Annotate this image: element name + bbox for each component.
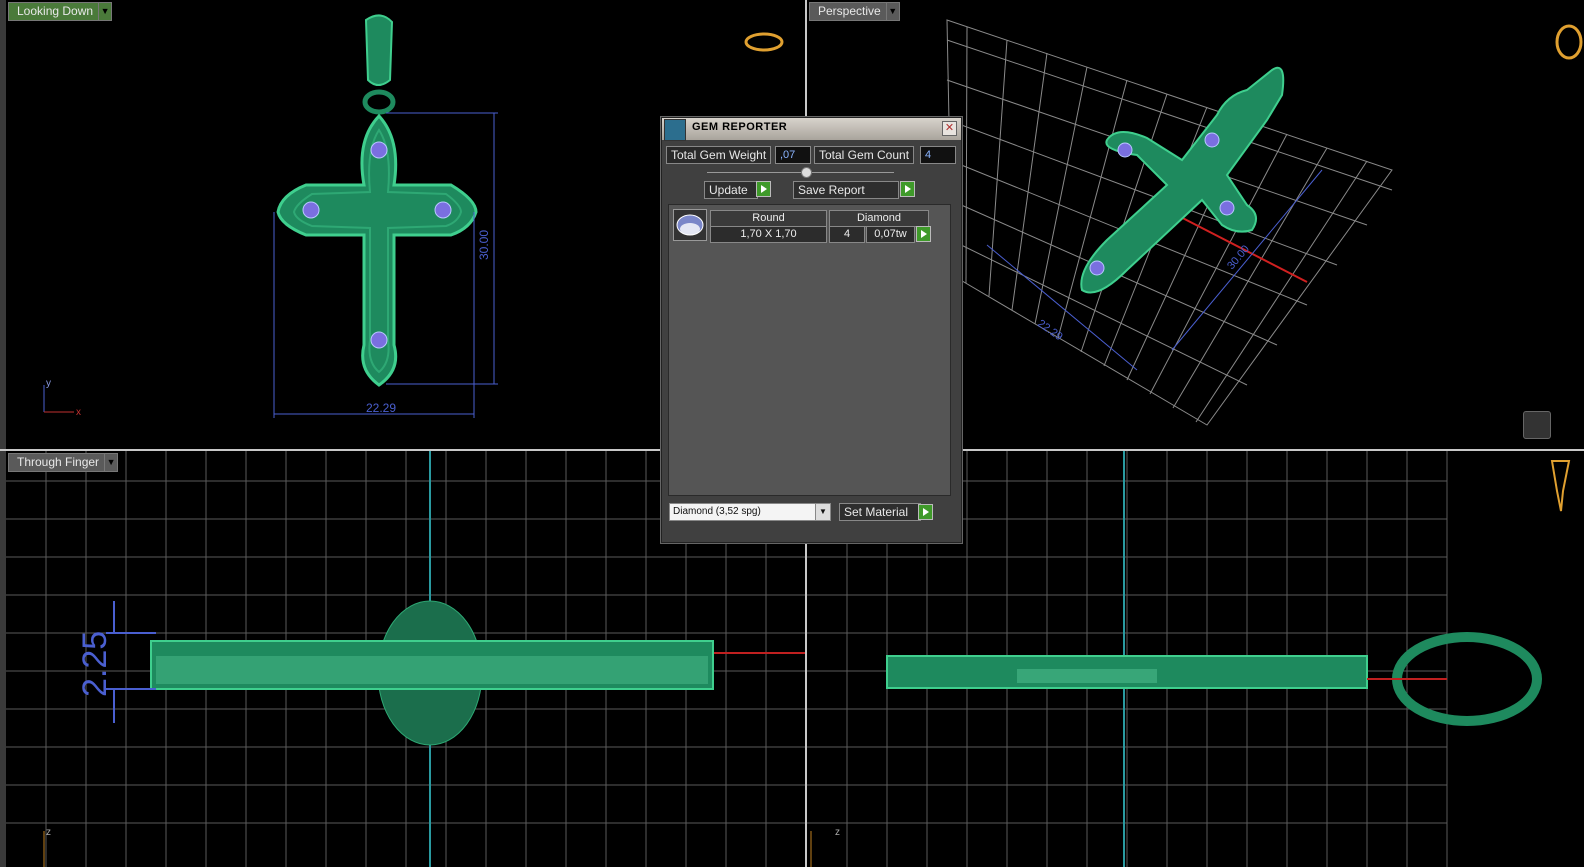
microphone-button[interactable]	[1523, 411, 1551, 439]
gem-material-header: Diamond	[829, 210, 929, 227]
dim-height-3d: 30.00	[1225, 243, 1252, 272]
dim-height-label: 30.00	[477, 230, 491, 260]
update-go-icon[interactable]	[756, 181, 771, 197]
gem-count-cell: 4	[829, 226, 865, 243]
close-icon[interactable]: ✕	[942, 121, 957, 136]
cross-3d-body	[1080, 66, 1285, 294]
gem-list[interactable]: Round Diamond 1,70 X 1,70 4 0,07tw	[668, 204, 951, 496]
update-button[interactable]: Update	[704, 181, 758, 199]
dim-width-3d: 22.29	[1035, 318, 1064, 344]
axis-z-label-right: z	[835, 827, 840, 838]
save-report-go-icon[interactable]	[900, 181, 915, 197]
total-gem-count-label: Total Gem Count	[814, 146, 915, 164]
total-gem-weight-label: Total Gem Weight	[666, 146, 772, 164]
save-report-button[interactable]: Save Report	[793, 181, 899, 199]
splitter-handle[interactable]	[801, 167, 812, 178]
axis-x-label: x	[76, 407, 81, 418]
dim-width-label: 22.29	[366, 401, 396, 415]
material-select[interactable]: Diamond (3,52 spg) ▼	[669, 503, 831, 521]
gem-row-go-icon[interactable]	[916, 226, 931, 242]
jump-ring	[362, 89, 396, 115]
pendant-icon	[1550, 460, 1571, 512]
set-material-button[interactable]: Set Material	[839, 503, 921, 521]
dim-thickness-label: 2.25	[76, 631, 114, 697]
ring-icon	[1555, 24, 1583, 60]
gem-shape-header: Round	[710, 210, 827, 227]
chevron-down-icon[interactable]: ▼	[815, 504, 830, 520]
gem-weight-cell: 0,07tw	[866, 226, 915, 243]
total-gem-weight-value: ,07	[775, 146, 811, 164]
gem-size-cell: 1,70 X 1,70	[710, 226, 827, 243]
round-gem-icon	[673, 209, 707, 241]
gem-reporter-dialog: GEM REPORTER ✕ Total Gem Weight ,07 Tota…	[661, 117, 962, 543]
axis-y-label: y	[46, 378, 51, 389]
viewport-label-through-finger[interactable]: Through Finger ▼	[8, 453, 119, 472]
dialog-titlebar[interactable]: GEM REPORTER ✕	[662, 118, 961, 141]
ring-icon	[744, 32, 784, 52]
set-material-go-icon[interactable]	[918, 504, 933, 520]
chevron-down-icon[interactable]: ▼	[104, 454, 117, 471]
total-gem-count-value: 4	[920, 146, 956, 164]
dialog-title: GEM REPORTER	[692, 121, 788, 133]
axis-z-label: z	[46, 827, 51, 838]
bail-shape	[364, 14, 394, 86]
gem-reporter-icon	[664, 119, 686, 141]
